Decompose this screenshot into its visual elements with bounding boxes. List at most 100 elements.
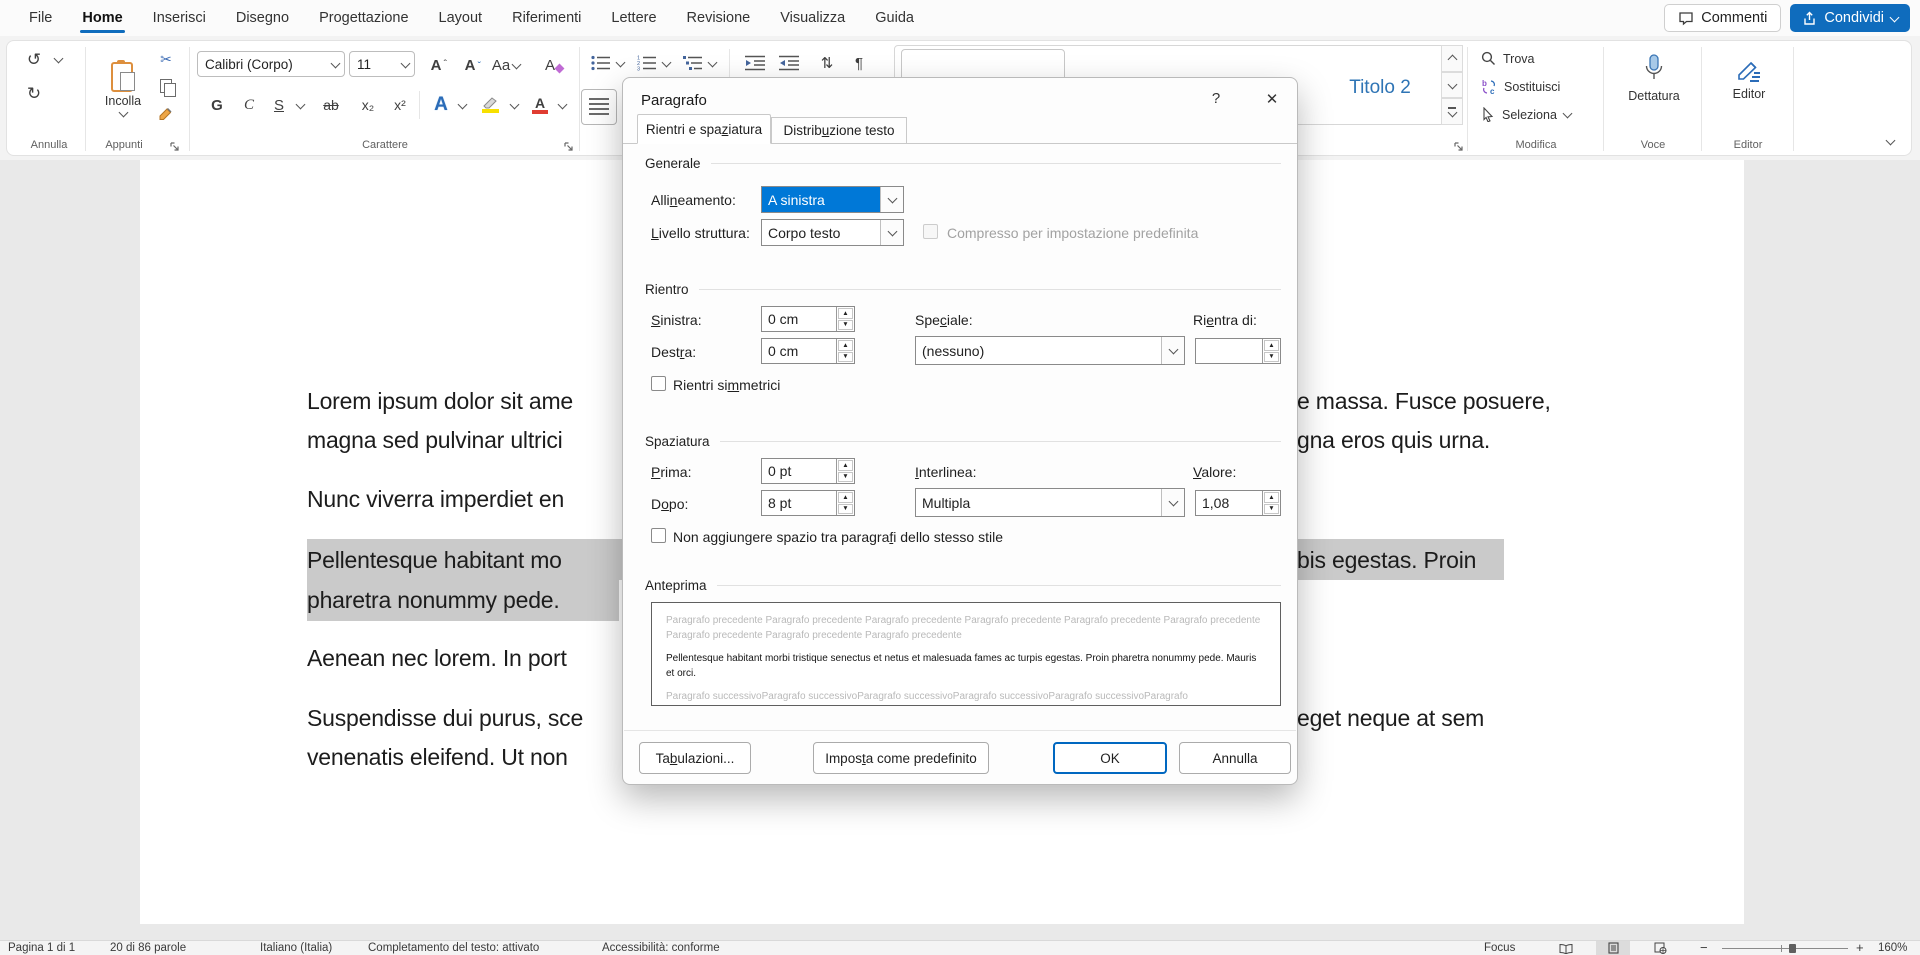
underline-button[interactable]: S bbox=[267, 93, 291, 117]
chevron-down-icon[interactable] bbox=[708, 58, 718, 68]
outline-level-dropdown[interactable]: Corpo testo bbox=[761, 219, 904, 246]
mirror-indents-checkbox[interactable] bbox=[651, 376, 666, 391]
document-text-fragment[interactable]: Aenean nec lorem. In port bbox=[307, 645, 567, 672]
chevron-down-icon[interactable] bbox=[1161, 337, 1184, 364]
zoom-level[interactable]: 160% bbox=[1878, 942, 1907, 955]
font-name-combobox[interactable]: Calibri (Corpo) bbox=[197, 51, 345, 77]
zoom-in-button[interactable]: + bbox=[1856, 941, 1864, 954]
chevron-down-icon[interactable] bbox=[54, 54, 64, 64]
sort-button[interactable]: ⇅ bbox=[815, 51, 839, 75]
document-text-fragment[interactable]: bis egestas. Proin bbox=[1297, 547, 1476, 574]
indent-by-spinner[interactable]: ▲▼ bbox=[1195, 338, 1281, 364]
subscript-button[interactable]: x₂ bbox=[355, 93, 381, 117]
indent-right-spinner[interactable]: 0 cm ▲▼ bbox=[761, 338, 855, 364]
copy-button[interactable] bbox=[157, 77, 179, 97]
accessibility-status[interactable]: Accessibilità: conforme bbox=[602, 942, 720, 955]
share-button[interactable]: Condividi bbox=[1790, 4, 1910, 32]
print-layout-button[interactable] bbox=[1596, 941, 1630, 955]
line-spacing-dropdown[interactable]: Multipla bbox=[915, 488, 1185, 517]
decrease-indent-button[interactable] bbox=[743, 51, 767, 75]
style-item-heading2[interactable]: Titolo 2 bbox=[1325, 77, 1435, 99]
document-text-fragment[interactable]: e massa. Fusce posuere, bbox=[1297, 388, 1551, 415]
spinner-arrows[interactable]: ▲▼ bbox=[836, 307, 854, 331]
spinner-arrows[interactable]: ▲▼ bbox=[836, 339, 854, 363]
replace-button[interactable]: bc Sostituisci bbox=[1481, 79, 1601, 95]
tab-indents-spacing[interactable]: Rientri e spaziatura bbox=[637, 114, 771, 144]
chevron-down-icon[interactable] bbox=[396, 62, 414, 67]
zoom-out-button[interactable]: − bbox=[1700, 941, 1708, 954]
language-status[interactable]: Italiano (Italia) bbox=[260, 942, 332, 955]
text-effects-button[interactable]: A bbox=[427, 91, 455, 119]
highlight-color-button[interactable] bbox=[475, 91, 505, 119]
menu-tab-layout[interactable]: Layout bbox=[424, 0, 498, 36]
strikethrough-button[interactable]: ab bbox=[317, 93, 345, 117]
menu-tab-lettere[interactable]: Lettere bbox=[596, 0, 671, 36]
menu-tab-revisione[interactable]: Revisione bbox=[672, 0, 766, 36]
page-number-status[interactable]: Pagina 1 di 1 bbox=[8, 942, 75, 955]
find-button[interactable]: Trova bbox=[1481, 51, 1601, 66]
format-painter-button[interactable] bbox=[155, 103, 177, 125]
document-text-fragment[interactable]: Lorem ipsum dolor sit ame bbox=[307, 388, 573, 415]
grow-font-button[interactable]: Aˆ bbox=[423, 53, 449, 77]
tab-text-flow[interactable]: Distribuzione testo bbox=[771, 117, 907, 144]
set-as-default-button[interactable]: Imposta come predefinito bbox=[813, 742, 989, 774]
gallery-more-button[interactable] bbox=[1441, 98, 1463, 125]
spinner-arrows[interactable]: ▲▼ bbox=[1262, 491, 1280, 515]
cut-button[interactable]: ✂ bbox=[155, 49, 177, 69]
comments-button[interactable]: Commenti bbox=[1664, 4, 1781, 32]
superscript-button[interactable]: x² bbox=[387, 93, 413, 117]
document-text-fragment[interactable]: Suspendisse dui purus, sce bbox=[307, 705, 583, 732]
multilevel-list-button[interactable] bbox=[681, 51, 705, 75]
ok-button[interactable]: OK bbox=[1053, 742, 1167, 774]
italic-button[interactable]: C bbox=[237, 93, 261, 117]
font-color-button[interactable]: A bbox=[527, 91, 553, 119]
paste-button[interactable]: Incolla bbox=[95, 45, 151, 131]
focus-mode-button[interactable]: Focus bbox=[1484, 942, 1515, 955]
redo-button[interactable]: ↻ bbox=[19, 81, 49, 107]
document-text-fragment[interactable]: gna eros quis urna. bbox=[1297, 427, 1490, 454]
tabs-button[interactable]: Tabulazioni... bbox=[639, 742, 751, 774]
change-case-button[interactable]: Aa bbox=[491, 53, 521, 77]
document-text-fragment[interactable]: Nunc viverra imperdiet en bbox=[307, 486, 564, 513]
chevron-down-icon[interactable] bbox=[296, 100, 306, 110]
zoom-slider-handle[interactable] bbox=[1789, 944, 1796, 953]
clear-formatting-button[interactable]: A bbox=[541, 53, 567, 77]
dialog-close-button[interactable]: ✕ bbox=[1259, 90, 1285, 108]
show-formatting-marks-button[interactable]: ¶ bbox=[847, 51, 871, 75]
chevron-down-icon[interactable] bbox=[880, 187, 903, 212]
gallery-scroll-down-button[interactable] bbox=[1441, 72, 1463, 99]
increase-indent-button[interactable] bbox=[777, 51, 801, 75]
menu-tab-disegno[interactable]: Disegno bbox=[221, 0, 304, 36]
menu-tab-progettazione[interactable]: Progettazione bbox=[304, 0, 423, 36]
collapse-ribbon-icon[interactable] bbox=[1886, 136, 1896, 146]
text-prediction-status[interactable]: Completamento del testo: attivato bbox=[368, 942, 539, 955]
spacing-after-spinner[interactable]: 8 pt ▲▼ bbox=[761, 490, 855, 516]
font-dialog-launcher-icon[interactable] bbox=[563, 141, 574, 152]
chevron-down-icon[interactable] bbox=[326, 62, 344, 67]
numbered-list-button[interactable]: 123 bbox=[635, 51, 659, 75]
indent-left-spinner[interactable]: 0 cm ▲▼ bbox=[761, 306, 855, 332]
select-button[interactable]: Seleziona bbox=[1481, 107, 1601, 122]
document-text-fragment[interactable]: magna sed pulvinar ultrici bbox=[307, 427, 563, 454]
dialog-help-button[interactable]: ? bbox=[1203, 90, 1229, 107]
spacing-at-spinner[interactable]: 1,08 ▲▼ bbox=[1195, 490, 1281, 516]
spinner-arrows[interactable]: ▲▼ bbox=[836, 491, 854, 515]
word-count-status[interactable]: 20 di 86 parole bbox=[110, 942, 186, 955]
editor-button[interactable]: Editor bbox=[1709, 43, 1789, 113]
indent-special-dropdown[interactable]: (nessuno) bbox=[915, 336, 1185, 365]
cancel-button[interactable]: Annulla bbox=[1179, 742, 1291, 774]
font-size-combobox[interactable]: 11 bbox=[349, 51, 415, 77]
styles-dialog-launcher-icon[interactable] bbox=[1453, 141, 1464, 152]
shrink-font-button[interactable]: Aˇ bbox=[457, 53, 483, 77]
clipboard-dialog-launcher-icon[interactable] bbox=[169, 141, 180, 152]
chevron-down-icon[interactable] bbox=[880, 220, 903, 245]
web-layout-button[interactable] bbox=[1646, 941, 1674, 955]
bold-button[interactable]: G bbox=[205, 93, 229, 117]
bullet-list-button[interactable] bbox=[589, 51, 613, 75]
justify-button[interactable] bbox=[581, 89, 617, 125]
chevron-down-icon[interactable] bbox=[662, 58, 672, 68]
undo-button[interactable]: ↺ bbox=[19, 47, 49, 73]
zoom-slider-track[interactable] bbox=[1722, 948, 1848, 949]
document-text-fragment[interactable]: Pellentesque habitant mo bbox=[307, 547, 562, 574]
menu-tab-riferimenti[interactable]: Riferimenti bbox=[497, 0, 596, 36]
